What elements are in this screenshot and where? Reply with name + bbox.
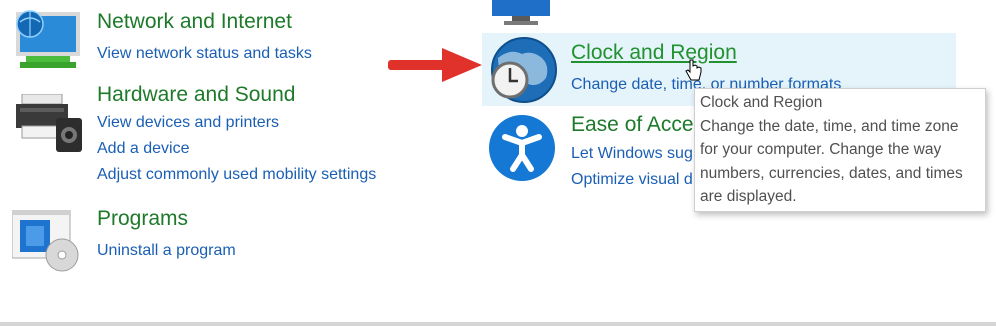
bottom-divider [0,322,996,326]
globe-clock-icon[interactable] [488,36,560,106]
red-arrow-pointer [388,48,482,82]
hand-cursor-icon [685,59,702,81]
tooltip-line: for your computer. Change the way [700,141,942,158]
view-devices-printers-link[interactable]: View devices and printers [97,114,279,132]
tooltip-title: Clock and Region [700,94,823,111]
monitor-icon [492,0,550,25]
add-device-link[interactable]: Add a device [97,140,190,158]
clock-region-category-title[interactable]: Clock and Region [571,41,737,65]
programs-category-title[interactable]: Programs [97,207,188,231]
clock-region-tooltip: Clock and Region Change the date, time, … [694,88,986,212]
let-windows-suggest-link[interactable]: Let Windows sug [571,145,693,163]
printer-speaker-icon[interactable] [16,94,84,152]
hardware-category-title[interactable]: Hardware and Sound [97,83,295,107]
network-monitor-icon[interactable] [14,8,84,74]
mobility-settings-link[interactable]: Adjust commonly used mobility settings [97,166,376,184]
uninstall-program-link[interactable]: Uninstall a program [97,242,236,260]
accessibility-icon[interactable] [487,113,557,183]
tooltip-line: are displayed. [700,188,797,205]
optimize-visual-display-link[interactable]: Optimize visual d [571,171,693,189]
ease-of-access-category-title[interactable]: Ease of Acce [571,113,694,137]
tooltip-line: numbers, currencies, dates, and times [700,164,963,182]
programs-disc-icon[interactable] [12,210,84,274]
tooltip-line: Change the date, time, and time zone [700,117,959,135]
network-category-title[interactable]: Network and Internet [97,10,292,34]
view-network-status-link[interactable]: View network status and tasks [97,45,312,63]
